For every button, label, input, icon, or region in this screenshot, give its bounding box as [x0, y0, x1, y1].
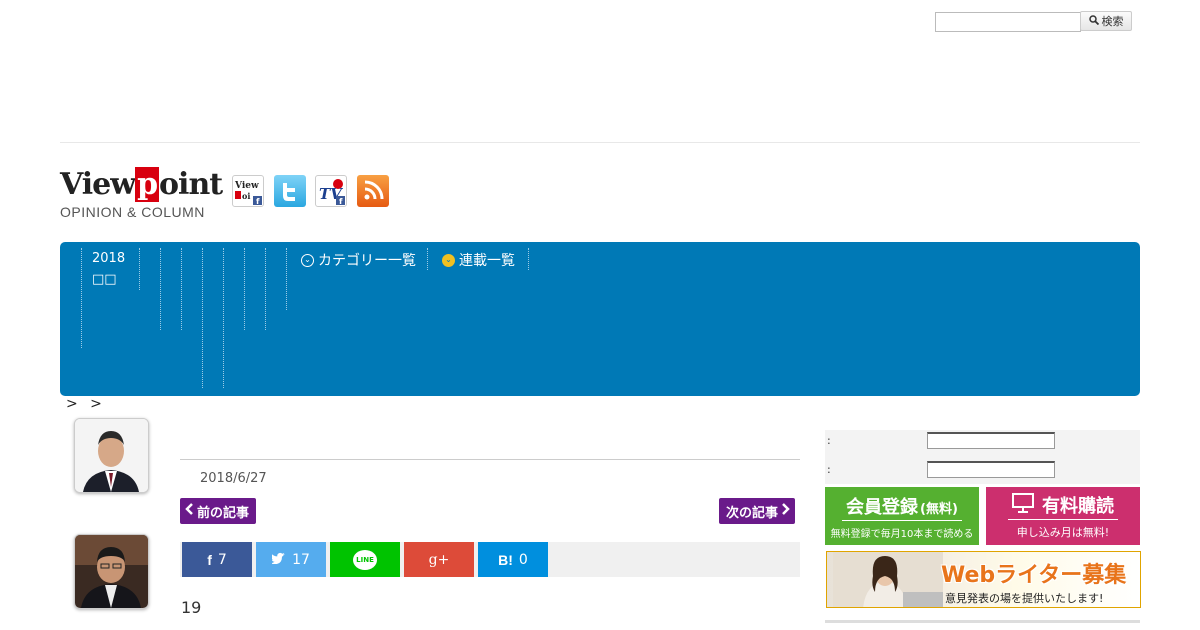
hatena-bookmark-button[interactable]: B! 0 [478, 542, 548, 577]
article-divider [180, 459, 800, 460]
line-share-button[interactable]: LINE [330, 542, 400, 577]
twitter-share-button[interactable]: 17 [256, 542, 326, 577]
facebook-share-button[interactable]: f 7 [182, 542, 252, 577]
chevron-down-circle-icon: ⌄ [301, 253, 314, 267]
writer-banner-subtitle: 意見発表の場を提供いたします! [945, 592, 1104, 605]
login-box: : : [825, 430, 1140, 484]
viewpoint-facebook-icon[interactable]: View oi f [232, 175, 264, 207]
author-avatar[interactable] [74, 418, 149, 493]
article-body-text: 19 [181, 598, 202, 617]
prev-article-label: 前の記事 [197, 505, 250, 521]
member-banner-title-suffix: (無料) [920, 501, 958, 517]
viewpoint-tv-icon[interactable]: TV f [315, 175, 347, 207]
nav-series-label: 連載一覧 [459, 253, 515, 269]
next-article-label: 次の記事 [726, 505, 779, 521]
login-password-label: : [827, 463, 831, 476]
member-banner-title: 会員登録 [846, 496, 919, 518]
paid-banner-title: 有料購読 [1042, 496, 1114, 517]
magnifier-icon [1088, 14, 1099, 28]
nav-series-link[interactable]: ⌄ 連載一覧 [442, 250, 515, 270]
chevron-left-icon [185, 503, 194, 519]
googleplus-share-button[interactable]: g+ [404, 542, 474, 577]
svg-text:f: f [256, 197, 260, 206]
writer-woman-image [833, 552, 943, 607]
author-avatar[interactable] [74, 534, 149, 609]
search-button[interactable]: 検索 [1080, 11, 1132, 31]
login-password-field[interactable] [927, 461, 1055, 478]
nav-item-sub[interactable]: □□ [92, 272, 117, 287]
search-input[interactable] [935, 12, 1081, 32]
chevron-right-icon [781, 503, 790, 519]
logo-text-p: p [135, 167, 160, 202]
paid-subscription-banner[interactable]: 有料購読 申し込み月は無料! [986, 487, 1140, 545]
hatena-bookmark-count: 0 [518, 551, 528, 568]
svg-text:oi: oi [242, 191, 250, 201]
line-icon: LINE [353, 549, 377, 570]
svg-text:View: View [234, 181, 259, 191]
facebook-icon: f [207, 551, 212, 568]
logo-tagline: OPINION & COLUMN [60, 204, 205, 220]
nav-item-year[interactable]: 2018 [92, 251, 125, 266]
member-banner-subtitle: 無料登録で毎月10本まで読める [830, 528, 974, 540]
site-logo[interactable]: Viewpoint OPINION & COLUMN [60, 167, 223, 228]
breadcrumb: > > [66, 396, 106, 412]
rss-icon[interactable] [357, 175, 389, 207]
svg-text:f: f [339, 197, 343, 206]
login-id-field[interactable] [927, 432, 1055, 449]
article-date: 2018/6/27 [200, 471, 267, 486]
monitor-icon [1012, 493, 1034, 517]
twitter-icon[interactable] [274, 175, 306, 207]
twitter-share-count: 17 [292, 551, 310, 568]
nav-categories-label: カテゴリー一覧 [318, 253, 416, 269]
facebook-share-count: 7 [217, 551, 227, 568]
prev-article-button[interactable]: 前の記事 [180, 498, 257, 524]
next-article-button[interactable]: 次の記事 [719, 498, 796, 524]
twitter-bird-icon [270, 552, 286, 568]
login-id-label: : [827, 434, 831, 447]
hatena-bookmark-icon: B! [498, 551, 513, 568]
chevron-down-circle-icon: ⌄ [442, 253, 455, 267]
paid-banner-subtitle: 申し込み月は無料! [1016, 526, 1110, 539]
search-button-label: 検索 [1101, 15, 1124, 28]
sidebar-divider [825, 620, 1140, 623]
header-divider [60, 142, 1140, 143]
logo-text-end: oint [159, 167, 223, 202]
web-writer-recruit-banner[interactable]: Webライター募集 意見発表の場を提供いたします! [826, 551, 1141, 608]
member-registration-banner[interactable]: 会員登録 (無料) 無料登録で毎月10本まで読める [825, 487, 979, 545]
googleplus-icon: g+ [428, 551, 450, 568]
logo-text: View [60, 167, 136, 202]
global-nav: 2018 □□ ⌄ カテゴリー一覧 ⌄ 連載一覧 [60, 242, 1140, 396]
writer-banner-title: Webライター募集 [941, 563, 1127, 588]
nav-categories-link[interactable]: ⌄ カテゴリー一覧 [301, 250, 416, 270]
